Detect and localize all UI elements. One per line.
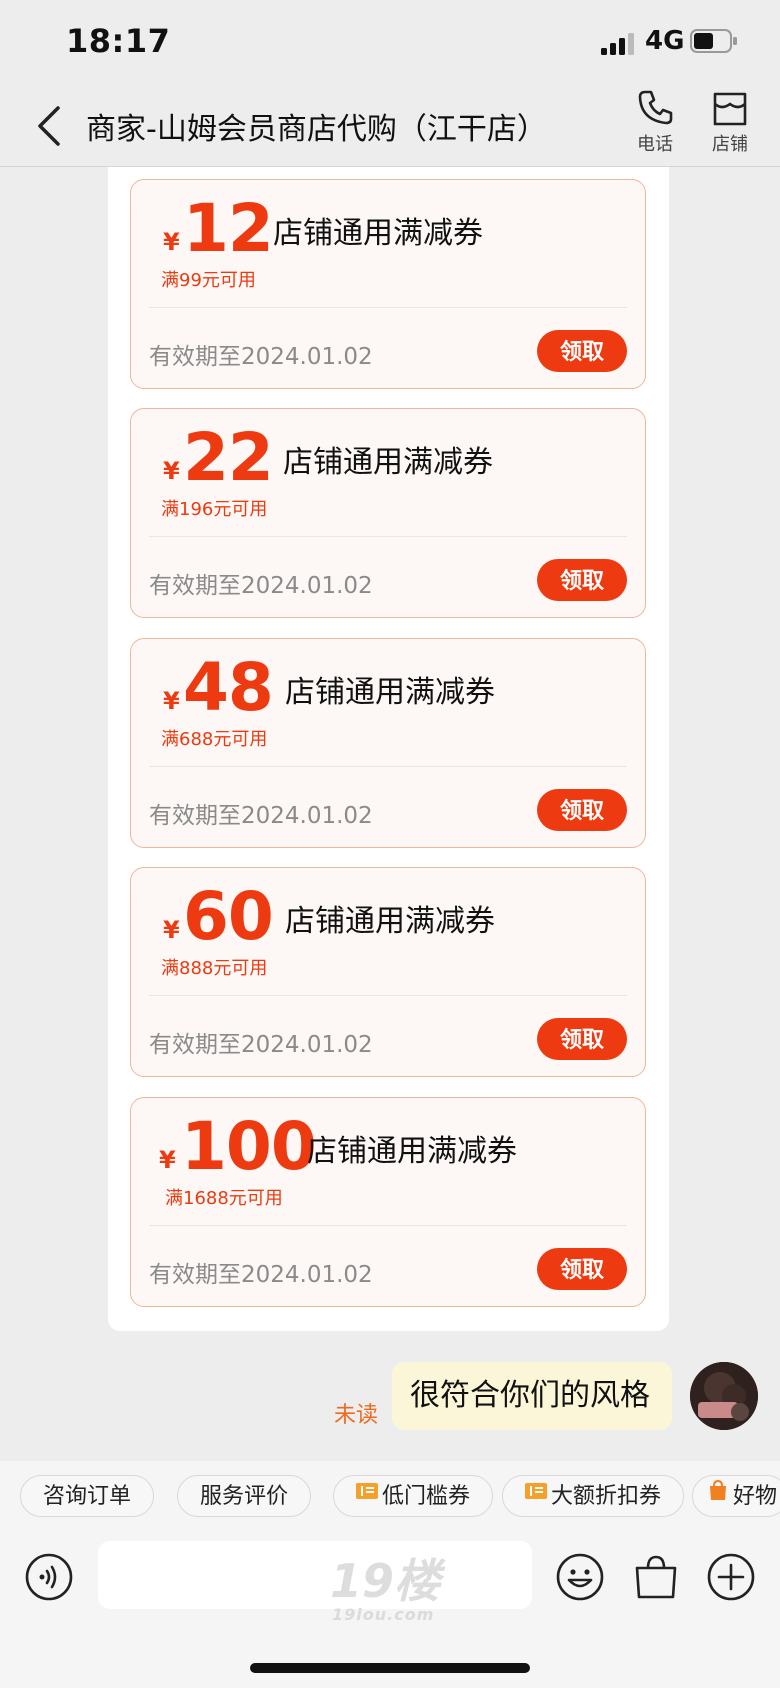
coupon-validity: 有效期至2024.01.02 (149, 1032, 373, 1058)
phone-label: 电话 (637, 134, 673, 155)
claim-coupon-button[interactable]: 领取 (537, 559, 627, 601)
divider (149, 995, 627, 996)
coupon-name: 店铺通用满减券 (283, 445, 493, 480)
divider (149, 307, 627, 308)
coupon-validity: 有效期至2024.01.02 (149, 573, 373, 599)
coupon-condition: 满688元可用 (161, 729, 268, 750)
chip-service-review[interactable]: 服务评价 (177, 1475, 312, 1517)
coupon-item: 12 ¥ 店铺通用满减券 满99元可用 有效期至2024.01.02 领取 (130, 179, 646, 389)
store-icon (713, 92, 747, 126)
currency-symbol: ¥ (163, 228, 180, 256)
shopping-bag-icon[interactable] (631, 1552, 681, 1602)
phone-icon (638, 90, 673, 125)
quick-reply-chips: 咨询订单 服务评价 低门槛券 大额折扣券 好物 (0, 1461, 780, 1531)
watermark: 19楼 19lou.com (330, 1554, 441, 1624)
claim-coupon-button[interactable]: 领取 (537, 330, 627, 372)
coupon-item: 100 ¥ 店铺通用满减券 满1688元可用 有效期至2024.01.02 领取 (130, 1097, 646, 1307)
coupon-name: 店铺通用满减券 (285, 675, 495, 710)
voice-input-icon[interactable] (24, 1552, 74, 1602)
coupon-condition: 满888元可用 (161, 958, 268, 979)
coupon-amount: 100 (181, 1108, 317, 1185)
coupon-card-message: 12 ¥ 店铺通用满减券 满99元可用 有效期至2024.01.02 领取 22… (108, 167, 669, 1331)
coupon-validity: 有效期至2024.01.02 (149, 803, 373, 829)
coupon-condition: 满1688元可用 (165, 1188, 283, 1209)
chat-title: 商家-山姆会员商店代购（江干店） (86, 112, 547, 147)
status-bar: 18:17 4G (0, 0, 780, 86)
coupon-amount: 12 (183, 190, 274, 267)
coupon-name: 店铺通用满减券 (307, 1134, 517, 1169)
currency-symbol: ¥ (163, 457, 180, 485)
coupon-validity: 有效期至2024.01.02 (149, 344, 373, 370)
back-arrow-icon[interactable] (34, 104, 64, 148)
chip-low-threshold-coupon[interactable]: 低门槛券 (333, 1474, 494, 1517)
coupon-condition: 满196元可用 (161, 499, 268, 520)
coupon-amount: 22 (183, 419, 274, 496)
chat-header: 商家-山姆会员商店代购（江干店） 电话 店铺 (0, 86, 780, 167)
store-button[interactable]: 店铺 (695, 86, 765, 166)
battery-icon (690, 29, 737, 53)
divider (149, 1225, 627, 1226)
coupon-condition: 满99元可用 (161, 270, 256, 291)
claim-coupon-button[interactable]: 领取 (537, 789, 627, 831)
shopping-bag-icon (707, 1474, 729, 1516)
currency-symbol: ¥ (163, 687, 180, 715)
message-input[interactable] (98, 1541, 532, 1609)
coupon-amount: 60 (183, 878, 274, 955)
claim-coupon-button[interactable]: 领取 (537, 1248, 627, 1290)
coupon-item: 48 ¥ 店铺通用满减券 满688元可用 有效期至2024.01.02 领取 (130, 638, 646, 848)
chip-big-discount-coupon[interactable]: 大额折扣券 (502, 1474, 685, 1517)
coupon-item: 60 ¥ 店铺通用满减券 满888元可用 有效期至2024.01.02 领取 (130, 867, 646, 1077)
coupon-validity: 有效期至2024.01.02 (149, 1262, 373, 1288)
coupon-icon (356, 1474, 378, 1516)
coupon-name: 店铺通用满减券 (273, 216, 483, 251)
currency-symbol: ¥ (159, 1146, 176, 1174)
cellular-signal-icon (601, 33, 634, 55)
chip-order-inquiry[interactable]: 咨询订单 (20, 1475, 155, 1517)
divider (149, 536, 627, 537)
avatar[interactable] (690, 1362, 758, 1430)
network-type: 4G (645, 26, 685, 56)
status-time: 18:17 (66, 22, 171, 60)
phone-button[interactable]: 电话 (620, 86, 690, 166)
divider (149, 766, 627, 767)
coupon-icon (525, 1474, 547, 1516)
chip-good-items[interactable]: 好物 (692, 1475, 780, 1517)
claim-coupon-button[interactable]: 领取 (537, 1018, 627, 1060)
coupon-name: 店铺通用满减券 (285, 904, 495, 939)
coupon-item: 22 ¥ 店铺通用满减券 满196元可用 有效期至2024.01.02 领取 (130, 408, 646, 618)
emoji-icon[interactable] (555, 1552, 605, 1602)
avatar-image (690, 1362, 758, 1430)
currency-symbol: ¥ (163, 916, 180, 944)
store-label: 店铺 (712, 134, 748, 155)
coupon-amount: 48 (183, 649, 274, 726)
unread-status: 未读 (334, 1403, 379, 1428)
home-indicator[interactable] (250, 1663, 530, 1673)
message-bubble[interactable]: 很符合你们的风格 (392, 1362, 672, 1430)
plus-icon[interactable] (706, 1552, 756, 1602)
